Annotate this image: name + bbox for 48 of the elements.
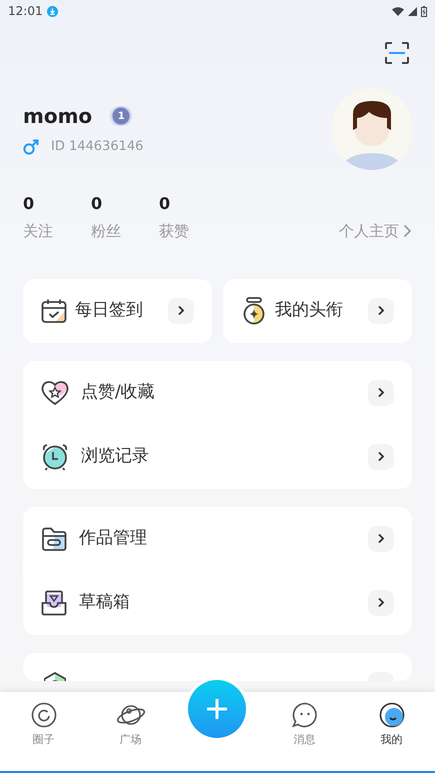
stat-count: 0 xyxy=(159,193,172,215)
male-icon xyxy=(23,139,39,155)
medal-icon xyxy=(241,296,267,324)
quick-card[interactable]: 我的头衔 xyxy=(223,278,412,342)
chevron-button[interactable] xyxy=(368,298,394,324)
chevron-right-icon xyxy=(377,597,385,608)
chevron-right-icon xyxy=(377,387,385,398)
avatar[interactable] xyxy=(331,88,413,170)
status-time: 12:01 xyxy=(8,3,43,20)
tab-item[interactable]: 我的 xyxy=(348,692,435,771)
chevron-button[interactable] xyxy=(368,590,394,616)
quick-card[interactable]: 每日签到 xyxy=(23,278,212,342)
tab-item[interactable]: 广场 xyxy=(87,692,174,771)
calendar-icon xyxy=(41,298,67,324)
signal-icon xyxy=(408,6,417,16)
download-icon xyxy=(46,6,58,16)
menu-item[interactable]: 点赞/收藏 xyxy=(41,360,394,424)
circle-icon xyxy=(30,702,56,728)
battery-icon xyxy=(421,6,427,16)
chevron-right-icon xyxy=(377,305,385,316)
stat-count: 0 xyxy=(23,193,36,215)
planet-icon xyxy=(116,702,146,728)
chat-bubble-icon xyxy=(292,702,318,728)
chevron-right-icon xyxy=(403,224,412,238)
user-name: momo xyxy=(23,103,92,130)
menu-item[interactable]: 草稿箱 xyxy=(41,570,394,634)
chevron-button[interactable] xyxy=(368,380,394,406)
scan-icon[interactable] xyxy=(385,42,409,64)
inbox-icon xyxy=(41,590,67,616)
chevron-right-icon xyxy=(377,451,385,462)
tab-item[interactable]: 圈子 xyxy=(0,692,87,771)
menu-item[interactable]: 浏览记录 xyxy=(41,424,394,488)
smile-icon xyxy=(378,702,404,728)
user-id: ID 144636146 xyxy=(51,138,144,156)
plus-icon xyxy=(207,699,227,719)
tab-item[interactable]: 消息 xyxy=(261,692,348,771)
chevron-button[interactable] xyxy=(368,526,394,552)
chevron-right-icon xyxy=(377,533,385,544)
chevron-button[interactable] xyxy=(168,298,194,324)
chevron-button[interactable] xyxy=(368,444,394,470)
menu-item[interactable]: 作品管理 xyxy=(41,506,394,570)
heart-star-icon xyxy=(41,380,69,406)
add-button[interactable] xyxy=(188,680,246,738)
wifi-icon xyxy=(392,6,404,16)
folder-icon xyxy=(41,526,67,550)
chevron-right-icon xyxy=(177,305,185,316)
stat-count: 0 xyxy=(91,193,104,215)
alarm-clock-icon xyxy=(41,442,69,470)
